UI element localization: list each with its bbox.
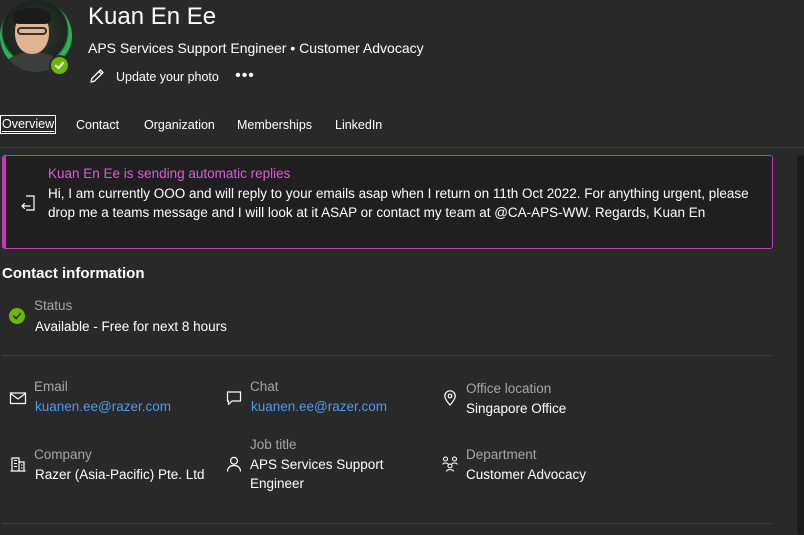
tab-overview[interactable]: Overview [0, 115, 57, 134]
update-photo-button[interactable]: Update your photo [88, 66, 219, 88]
location-pin-icon [441, 389, 459, 407]
profile-name: Kuan En Ee [88, 3, 217, 30]
tab-memberships[interactable]: Memberships [237, 118, 312, 132]
office-location-label: Office location [466, 381, 552, 396]
divider [2, 355, 772, 356]
auto-reply-title: Kuan En Ee is sending automatic replies [48, 166, 291, 181]
automatic-replies-banner: Kuan En Ee is sending automatic replies … [2, 155, 773, 249]
contact-info-heading: Contact information [2, 265, 145, 282]
pencil-icon [88, 67, 106, 88]
company-value: Razer (Asia-Pacific) Pte. Ltd [35, 467, 205, 482]
check-circle-icon [9, 308, 25, 324]
person-icon [225, 455, 243, 473]
company-label: Company [34, 447, 92, 462]
update-photo-label: Update your photo [116, 70, 219, 84]
email-label: Email [34, 379, 68, 394]
divider [2, 523, 772, 524]
profile-page: Kuan En Ee APS Services Support Engineer… [0, 0, 804, 535]
office-location-value: Singapore Office [466, 401, 567, 416]
tab-contact[interactable]: Contact [76, 118, 119, 132]
tab-organization[interactable]: Organization [144, 118, 215, 132]
auto-reply-message: Hi, I am currently OOO and will reply to… [48, 186, 749, 220]
avatar-glasses [17, 27, 47, 35]
chat-icon [225, 389, 243, 407]
mail-icon [9, 389, 27, 407]
scrollbar[interactable] [797, 155, 804, 535]
job-title-value: APS Services Support Engineer [250, 457, 384, 491]
building-icon [9, 455, 27, 473]
chat-link[interactable]: kuanen.ee@razer.com [251, 399, 387, 414]
presence-available-icon [49, 55, 70, 76]
tab-linkedin[interactable]: LinkedIn [335, 118, 382, 132]
department-label: Department [466, 447, 537, 462]
profile-tabs: Overview Contact Organization Membership… [0, 112, 804, 148]
status-value: Available - Free for next 8 hours [35, 319, 227, 334]
department-value: Customer Advocacy [466, 467, 587, 482]
org-chart-icon [441, 455, 459, 473]
status-label: Status [34, 298, 73, 313]
more-options-button[interactable]: ••• [235, 66, 254, 86]
job-title-label: Job title [250, 437, 297, 452]
email-link[interactable]: kuanen.ee@razer.com [35, 399, 171, 414]
avatar-hair [13, 8, 51, 24]
chat-label: Chat [250, 379, 279, 394]
exit-arrow-icon [20, 194, 36, 212]
profile-subtitle: APS Services Support Engineer • Customer… [88, 40, 424, 56]
